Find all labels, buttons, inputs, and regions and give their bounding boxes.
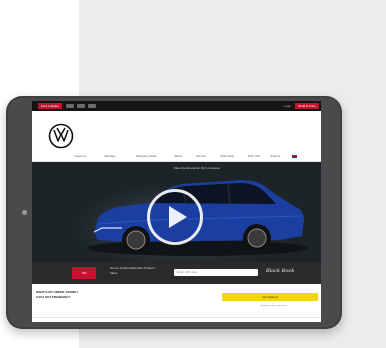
flag-icon[interactable] [292, 155, 297, 158]
login-link[interactable]: Login [284, 104, 291, 108]
nav-item-owners[interactable]: Owners [270, 154, 280, 158]
bottom-divider [32, 317, 321, 318]
utility-bar: Find a Dealer Login Build & Price [32, 101, 321, 111]
nav-item-shopping-tools[interactable]: Shopping Tools [136, 154, 156, 158]
trade-in-band: VW Get an Instant Estimated Trade-in Val… [32, 262, 321, 284]
build-price-button[interactable]: Build & Price [295, 103, 319, 109]
black-book-logo: Black Book [266, 268, 295, 274]
hero-video[interactable]: Meet the all-electric ID.4 crossover [32, 162, 321, 262]
offer-text-line1: Get an Instant Estimated Trade-in [110, 266, 155, 270]
nav-item-inventory[interactable]: Inventory [74, 154, 86, 158]
nav-item-vehicles[interactable]: Vehicles [104, 154, 115, 158]
zip-placeholder: Enter ZIP code [177, 270, 197, 274]
utility-pill-3[interactable] [88, 104, 96, 108]
nav-item-ownership[interactable]: Ownership [220, 154, 234, 158]
vw-logo-icon[interactable] [48, 123, 74, 149]
utility-pill-1[interactable] [66, 104, 74, 108]
offer-badge: VW [72, 267, 96, 279]
fine-print: No impact to your credit score [260, 305, 287, 307]
credit-score-question: WHAT'S MY CREDIT SCORE? [36, 290, 79, 294]
nav-item-why-vw[interactable]: Why VW [248, 154, 260, 158]
zip-input[interactable]: Enter ZIP code [174, 269, 258, 276]
financing-question: CAN I GET FINANCING? [36, 295, 71, 299]
camera-icon [22, 210, 27, 215]
find-dealer-tab[interactable]: Find a Dealer [38, 103, 62, 109]
offer-text-line2: Value [110, 271, 118, 275]
get-started-button[interactable]: Get Started [222, 293, 318, 301]
tablet-screen: Find a Dealer Login Build & Price Invent… [32, 101, 321, 322]
play-icon [169, 206, 187, 228]
nav-item-service[interactable]: Service [196, 154, 206, 158]
utility-pill-2[interactable] [77, 104, 85, 108]
main-nav: Inventory Vehicles Shopping Tools Offers… [32, 153, 321, 161]
nav-item-offers[interactable]: Offers [174, 154, 182, 158]
